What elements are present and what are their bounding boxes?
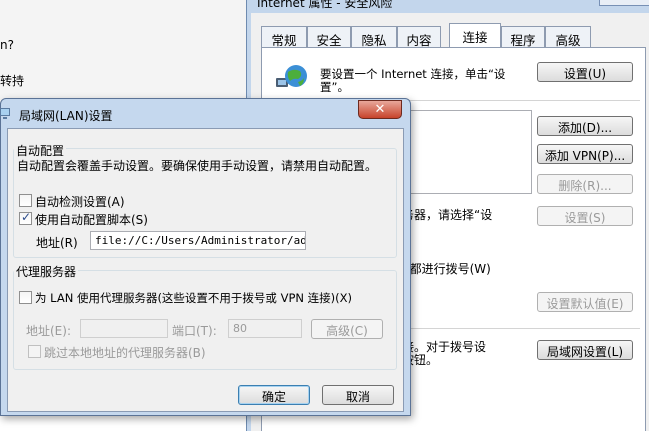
dialog-title: 局域网(LAN)设置 [19,109,113,123]
proxy-address-label: 地址(E): [26,324,71,338]
setup-description-line2: 置”。 [320,80,349,94]
dialog-close-button[interactable]: ✕ [358,100,402,119]
auto-config-description: 自动配置会覆盖手动设置。要确保使用手动设置，请禁用自动配置。 [17,159,378,173]
proxy-group-label: 代理服务器 [14,263,79,280]
tab-content[interactable]: 内容 [397,26,441,48]
tab-security[interactable]: 安全 [307,26,351,48]
background-text-2: 转持 [0,74,25,88]
cancel-button[interactable]: 取消 [322,385,394,405]
bypass-local-checkbox[interactable] [28,345,41,358]
background-text-1: n? [0,38,14,52]
lan-dialog-body: 自动配置 自动配置会覆盖手动设置。要确保使用手动设置，请禁用自动配置。 自动检测… [7,128,404,412]
set-default-button[interactable]: 设置默认值(E) [537,292,633,312]
tab-privacy[interactable]: 隐私 [351,26,397,48]
lan-settings-dialog: 局域网(LAN)设置 ✕ 自动配置 自动配置会覆盖手动设置。要确保使用手动设置，… [0,98,411,416]
tab-general[interactable]: 常规 [261,26,307,48]
background-window-panel: n? 转持 [0,0,250,100]
tab-programs[interactable]: 程序 [501,26,545,48]
dial-option-text: E都进行拨号(W) [402,262,491,276]
window-close-button[interactable] [599,0,649,6]
globe-network-icon [276,65,307,87]
delete-button[interactable]: 删除(R)... [537,174,633,194]
lan-settings-button[interactable]: 局域网设置(L) [537,340,633,360]
tab-advanced[interactable]: 高级 [545,26,591,48]
auto-detect-checkbox[interactable] [19,194,32,207]
network-icon [0,108,10,119]
use-script-checkbox[interactable] [19,210,32,225]
use-script-label[interactable]: 使用自动配置脚本(S) [35,211,148,228]
script-address-input[interactable]: file://C:/Users/Administrator/admpo [90,231,306,250]
window-title: Internet 属性 - 安全风险 [257,0,393,10]
script-address-label: 地址(R) [36,236,78,250]
connection-settings-button[interactable]: 设置(S) [537,206,633,226]
use-proxy-label[interactable]: 为 LAN 使用代理服务器(这些设置不用于拨号或 VPN 连接)(X) [35,290,352,306]
proxy-instruction-text: 务器，请选择“设 [402,208,493,222]
proxy-advanced-button[interactable]: 高级(C) [311,319,383,339]
add-button[interactable]: 添加(D)... [537,116,633,136]
separator-lower [402,328,640,329]
proxy-address-input[interactable] [80,319,168,338]
proxy-port-input[interactable]: 80 [228,319,302,338]
auto-detect-label[interactable]: 自动检测设置(A) [35,193,125,210]
add-vpn-button[interactable]: 添加 VPN(P)... [537,144,633,164]
proxy-port-label: 端口(T): [172,324,217,338]
ok-button[interactable]: 确定 [238,385,310,405]
setup-button[interactable]: 设置(U) [537,62,633,82]
use-proxy-checkbox[interactable] [19,291,32,304]
tab-connections[interactable]: 连接 [449,23,501,47]
bypass-local-label[interactable]: 跳过本地地址的代理服务器(B) [44,344,206,361]
